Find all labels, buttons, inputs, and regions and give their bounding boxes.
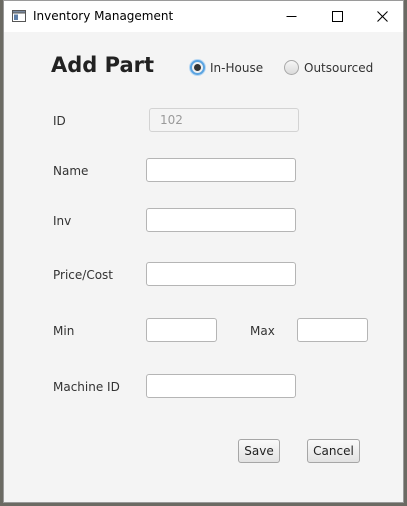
close-icon bbox=[376, 11, 388, 22]
radio-in-house[interactable]: In-House bbox=[190, 60, 263, 75]
price-cost-label: Price/Cost bbox=[53, 268, 113, 282]
window-title: Inventory Management bbox=[33, 9, 174, 23]
app-window: Inventory Management Add Part In-House O… bbox=[3, 0, 404, 503]
max-label: Max bbox=[250, 324, 275, 338]
page-title: Add Part bbox=[51, 53, 155, 77]
radio-dot bbox=[194, 64, 201, 71]
radio-outsourced[interactable]: Outsourced bbox=[284, 60, 373, 75]
minimize-icon bbox=[286, 16, 296, 17]
min-label: Min bbox=[53, 324, 75, 338]
save-button[interactable]: Save bbox=[238, 439, 280, 463]
title-bar[interactable]: Inventory Management bbox=[4, 1, 403, 32]
cancel-button[interactable]: Cancel bbox=[307, 439, 360, 463]
radio-in-house-label: In-House bbox=[210, 60, 264, 75]
radio-outsourced-label: Outsourced bbox=[304, 60, 374, 75]
maximize-button[interactable] bbox=[314, 1, 360, 32]
min-field[interactable] bbox=[146, 318, 217, 342]
id-field bbox=[149, 108, 299, 132]
name-label: Name bbox=[53, 164, 89, 178]
close-button[interactable] bbox=[359, 1, 405, 32]
form-content: Add Part In-House Outsourced ID Name Inv… bbox=[4, 32, 403, 502]
maximize-icon bbox=[331, 11, 343, 22]
inv-field[interactable] bbox=[146, 208, 296, 232]
machine-id-field[interactable] bbox=[146, 374, 296, 398]
machine-id-label: Machine ID bbox=[53, 380, 120, 394]
name-field[interactable] bbox=[146, 158, 296, 182]
minimize-button[interactable] bbox=[268, 1, 314, 32]
radio-selected-indicator[interactable] bbox=[190, 60, 205, 75]
max-field[interactable] bbox=[297, 318, 368, 342]
id-label: ID bbox=[53, 114, 66, 128]
app-window-icon bbox=[12, 10, 26, 22]
radio-unselected-indicator[interactable] bbox=[284, 60, 299, 75]
inv-label: Inv bbox=[53, 214, 72, 228]
price-cost-field[interactable] bbox=[146, 262, 296, 286]
